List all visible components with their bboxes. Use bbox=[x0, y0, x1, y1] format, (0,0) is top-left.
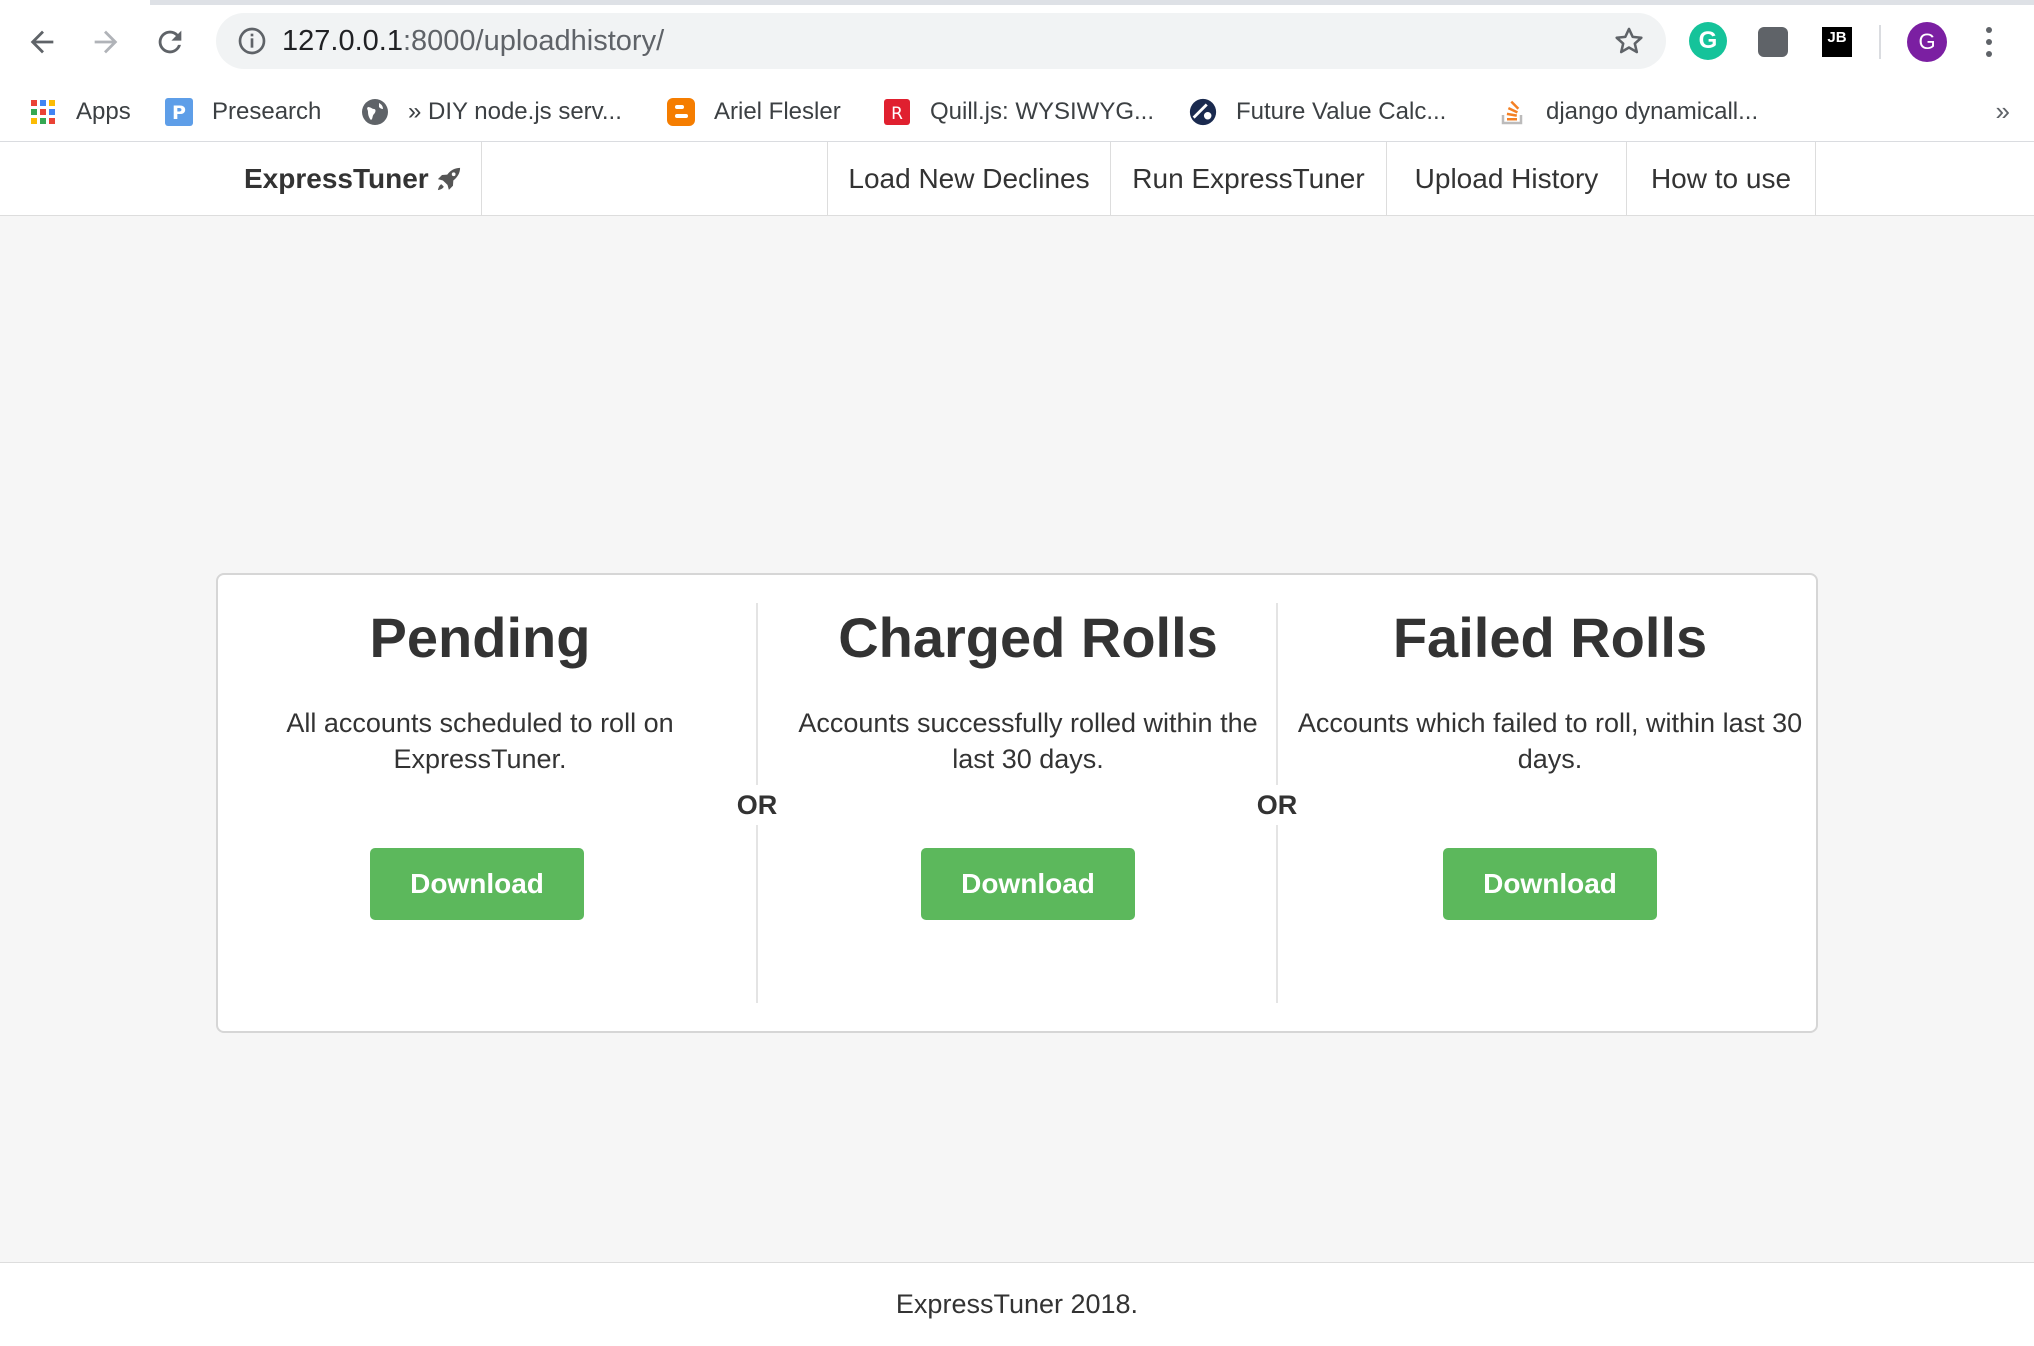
url-path: :8000/uploadhistory/ bbox=[402, 25, 665, 57]
charged-rolls-download-button[interactable]: Download bbox=[921, 848, 1135, 920]
bookmark-django[interactable]: django dynamicall... bbox=[1498, 92, 1758, 132]
bookmark-presearch[interactable]: P Presearch bbox=[164, 92, 321, 132]
calculator-site-icon bbox=[1188, 97, 1218, 127]
bookmark-apps[interactable]: Apps bbox=[28, 92, 131, 132]
pending-description: All accounts scheduled to roll on Expres… bbox=[286, 708, 674, 774]
jetbrains-icon[interactable]: JB bbox=[1822, 27, 1852, 57]
failed-rolls-download-button[interactable]: Download bbox=[1443, 848, 1657, 920]
bookmark-label: Presearch bbox=[212, 98, 322, 125]
nav-run-expresstuner[interactable]: Run ExpressTuner bbox=[1110, 142, 1386, 216]
charged-rolls-column: Charged Rolls Accounts successfully roll… bbox=[778, 575, 1278, 1035]
back-button[interactable] bbox=[20, 20, 64, 64]
browser-toolbar: 127.0.0.1:8000/uploadhistory/ G JB G bbox=[0, 0, 2034, 82]
address-bar[interactable]: 127.0.0.1:8000/uploadhistory/ bbox=[216, 13, 1666, 69]
charged-rolls-title: Charged Rolls bbox=[838, 606, 1218, 669]
bookmark-label: django dynamicall... bbox=[1546, 98, 1759, 125]
rocket-icon bbox=[437, 167, 460, 191]
browser-menu-icon[interactable] bbox=[1976, 22, 2002, 62]
bookmark-label: Future Value Calc... bbox=[1236, 98, 1447, 125]
charged-rolls-description: Accounts successfully rolled within the … bbox=[798, 708, 1258, 774]
brand-divider bbox=[481, 142, 482, 216]
toolbar-separator bbox=[1879, 25, 1881, 59]
bookmark-label: Apps bbox=[76, 98, 131, 125]
nav-how-to-use[interactable]: How to use bbox=[1626, 142, 1816, 216]
brand-link[interactable]: ExpressTuner bbox=[244, 142, 463, 216]
bookmark-label: » DIY node.js serv... bbox=[408, 98, 622, 125]
bookmark-future-value[interactable]: Future Value Calc... bbox=[1188, 92, 1446, 132]
back-arrow-icon bbox=[30, 30, 54, 54]
bookmark-label: Quill.js: WYSIWYG... bbox=[930, 98, 1155, 125]
bookmarks-bar: Apps P Presearch » DIY node.js serv... A… bbox=[0, 82, 2034, 142]
bookmark-diy-node[interactable]: » DIY node.js serv... bbox=[360, 92, 622, 132]
apps-grid-icon bbox=[28, 97, 58, 127]
bookmark-quill[interactable]: R Quill.js: WYSIWYG... bbox=[882, 92, 1154, 132]
svg-text:P: P bbox=[172, 102, 186, 124]
grammarly-icon[interactable]: G bbox=[1689, 22, 1727, 60]
failed-rolls-title: Failed Rolls bbox=[1392, 606, 1708, 669]
forward-button[interactable] bbox=[84, 20, 128, 64]
info-icon[interactable] bbox=[236, 25, 268, 57]
pending-title: Pending bbox=[369, 606, 591, 669]
failed-rolls-column: Failed Rolls Accounts which failed to ro… bbox=[1294, 575, 1806, 1035]
quill-icon: R bbox=[882, 97, 912, 127]
nav-load-new-declines[interactable]: Load New Declines bbox=[827, 142, 1110, 216]
tab-strip-edge bbox=[150, 0, 2034, 5]
blogger-icon bbox=[666, 97, 696, 127]
pending-download-button[interactable]: Download bbox=[370, 848, 584, 920]
bookmark-star-icon[interactable] bbox=[1612, 24, 1646, 58]
reload-button[interactable] bbox=[148, 20, 192, 64]
bookmark-ariel-flesler[interactable]: Ariel Flesler bbox=[666, 92, 841, 132]
extension-square-icon[interactable] bbox=[1758, 27, 1788, 57]
stackoverflow-icon bbox=[1498, 97, 1528, 127]
profile-avatar[interactable]: G bbox=[1907, 22, 1947, 62]
brand-name: ExpressTuner bbox=[244, 163, 429, 194]
site-navbar: ExpressTuner Load New Declines Run Expre… bbox=[0, 142, 2034, 216]
page-footer: ExpressTuner 2018. bbox=[0, 1262, 2034, 1346]
failed-rolls-description: Accounts which failed to roll, within la… bbox=[1297, 708, 1803, 774]
footer-text: ExpressTuner 2018. bbox=[895, 1289, 1139, 1319]
globe-icon bbox=[360, 97, 390, 127]
download-card: Pending All accounts scheduled to roll o… bbox=[216, 573, 1818, 1033]
url-host: 127.0.0.1 bbox=[282, 25, 403, 57]
reload-icon bbox=[158, 30, 182, 54]
url-text[interactable]: 127.0.0.1:8000/uploadhistory/ bbox=[282, 25, 664, 57]
pending-column: Pending All accounts scheduled to roll o… bbox=[280, 575, 680, 1035]
bookmark-label: Ariel Flesler bbox=[714, 98, 841, 125]
main-content: Pending All accounts scheduled to roll o… bbox=[0, 216, 2034, 1262]
svg-text:R: R bbox=[891, 104, 903, 124]
bookmarks-overflow-chevron-icon[interactable]: » bbox=[1996, 96, 2010, 127]
nav-upload-history[interactable]: Upload History bbox=[1386, 142, 1626, 216]
presearch-icon: P bbox=[164, 97, 194, 127]
forward-arrow-icon bbox=[94, 30, 118, 54]
